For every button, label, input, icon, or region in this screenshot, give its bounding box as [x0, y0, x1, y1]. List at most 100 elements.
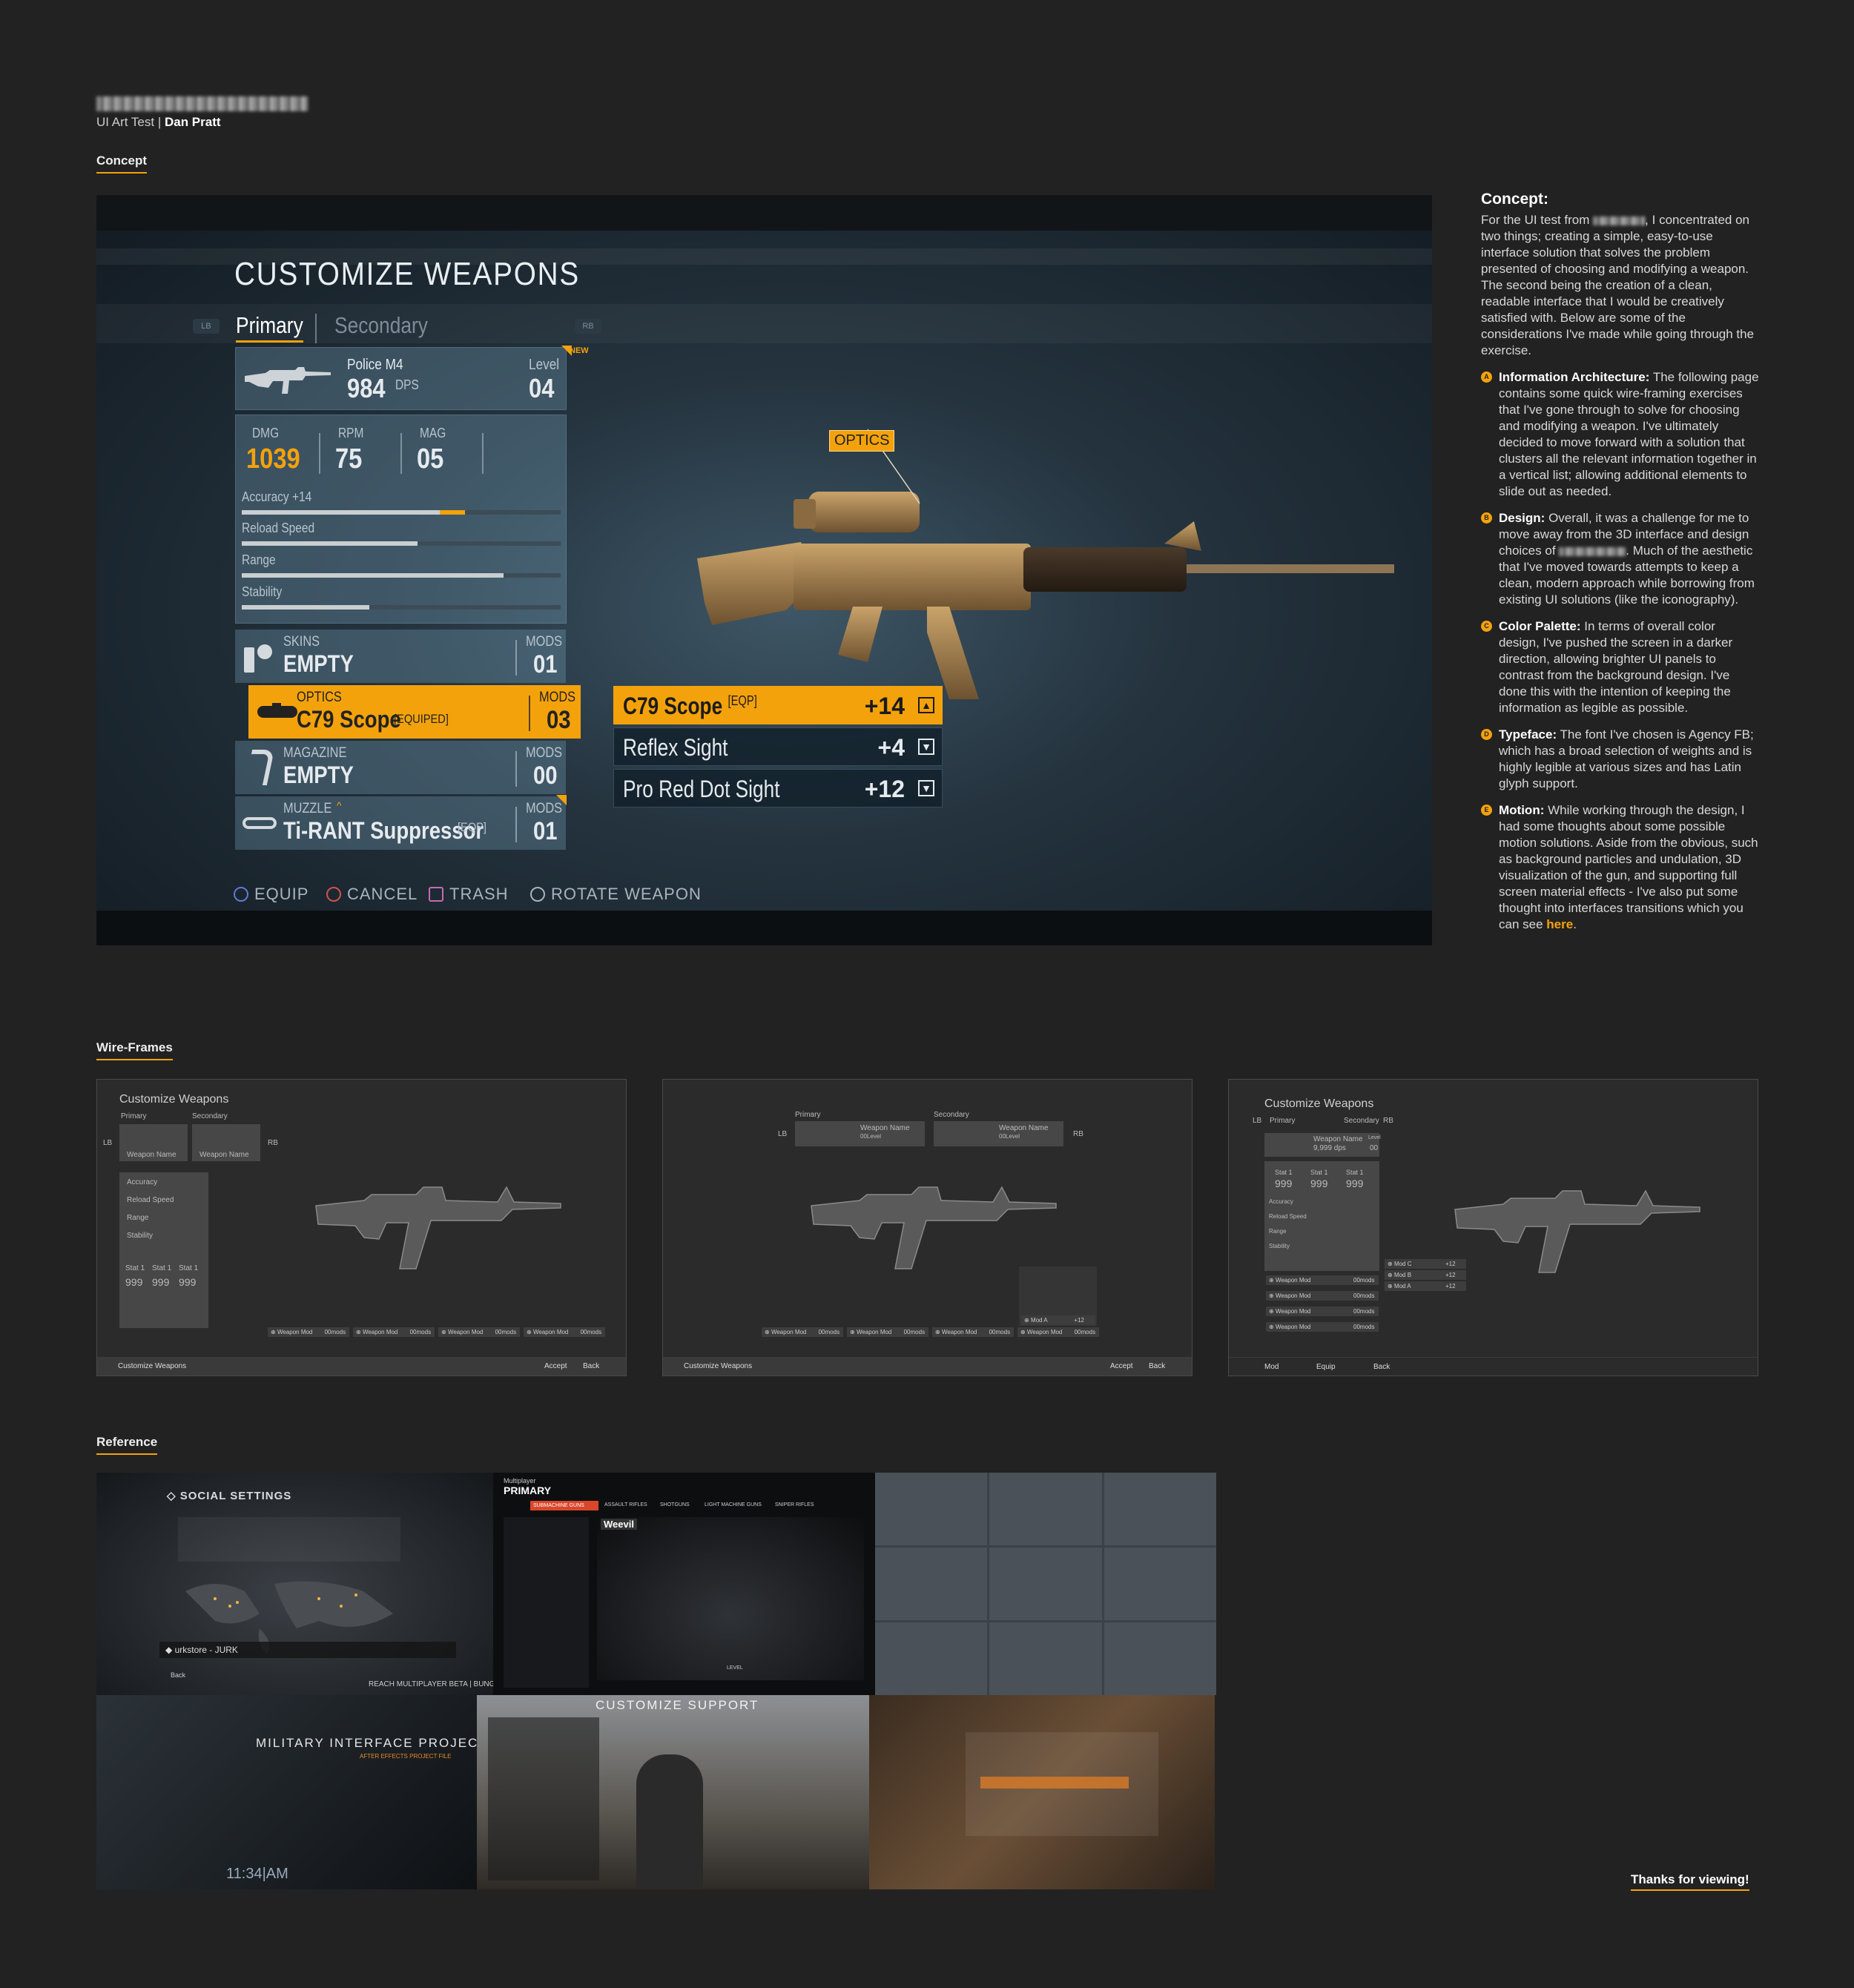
slot-tag: [EQP] — [458, 820, 487, 834]
wf-rb: RB — [1383, 1117, 1393, 1125]
wf-weapon-name: Weapon Name — [1313, 1135, 1363, 1143]
weapon-render — [697, 492, 1394, 699]
wf-mod: Weapon Mod — [1275, 1308, 1311, 1315]
option-reflex-sight[interactable]: Reflex Sight +4 ▼ — [613, 727, 943, 766]
new-chevron-icon: ^ — [337, 799, 342, 811]
wf-rifle-silhouette — [315, 1186, 561, 1269]
wf-stat-value: 999 — [179, 1276, 197, 1288]
note-title: Design: — [1499, 511, 1545, 525]
section-title-reference: Reference — [96, 1435, 158, 1455]
wf-stat-label: Stat 1 — [1275, 1169, 1293, 1176]
slot-divider — [515, 640, 517, 676]
right-stick-icon — [530, 887, 545, 902]
wf-back: Back — [1149, 1362, 1166, 1370]
hint-label: EQUIP — [254, 885, 309, 903]
lb-bumper[interactable]: LB — [193, 319, 220, 334]
wf-mod: Weapon Mod — [277, 1329, 313, 1335]
wf-lb: LB — [778, 1130, 788, 1138]
wf-mod: Weapon Mod — [447, 1329, 484, 1335]
bullet-c-icon: C — [1481, 621, 1492, 632]
wf-tab-secondary: Secondary — [192, 1112, 228, 1120]
wf-title: Customize Weapons — [1264, 1097, 1374, 1110]
tab-primary[interactable]: Primary — [236, 312, 303, 343]
slot-muzzle[interactable]: MUZZLE ^ Ti-RANT Suppressor [EQP] MODS 0… — [235, 796, 566, 850]
ref-sub: AFTER EFFECTS PROJECT FILE — [360, 1753, 452, 1760]
top-bar — [96, 195, 1432, 231]
note-information-architecture: A Information Architecture: The following… — [1481, 369, 1759, 500]
note-design: B Design: Overall, it was a challenge for… — [1481, 510, 1759, 608]
wf-mod-a-label: Mod A — [1030, 1317, 1048, 1324]
mods-label: MODS — [539, 690, 576, 705]
note-title: Typeface: — [1499, 727, 1557, 742]
weapon-name: Police M4 — [347, 357, 403, 373]
hint-trash[interactable]: TRASH — [429, 885, 509, 904]
stat-divider — [400, 433, 402, 474]
slot-value: EMPTY — [283, 762, 354, 788]
stat-label-rpm: RPM — [338, 426, 364, 440]
header-subtitle: UI Art Test | Dan Pratt — [96, 115, 221, 130]
wf-mod-val: 00mods — [580, 1329, 602, 1335]
slot-skins[interactable]: SKINS EMPTY MODS 01 — [235, 630, 566, 683]
weapon-panel[interactable]: Police M4 984 DPS Level 04 — [235, 347, 567, 410]
stat-value-rpm: 75 — [335, 443, 363, 475]
wf-lb: LB — [103, 1139, 113, 1147]
wf-mod-row: ⊕ Weapon Mod 00mods — [1266, 1291, 1379, 1301]
wf-bar-label: Range — [127, 1214, 149, 1222]
handguard — [1023, 547, 1187, 592]
wf-mod-pill: ⊕ Weapon Mod 00mods — [524, 1327, 605, 1337]
slot-category: MAGAZINE — [283, 745, 347, 761]
option-pro-red-dot-sight[interactable]: Pro Red Dot Sight +12 ▼ — [613, 769, 943, 808]
slot-magazine[interactable]: MAGAZINE EMPTY MODS 00 — [235, 741, 566, 794]
wf-mod-pill: ⊕ Weapon Mod 00mods — [268, 1327, 349, 1337]
wf-weapon-name: Weapon Name — [199, 1151, 249, 1159]
wireframe-1: Customize Weapons Primary Secondary LB R… — [96, 1079, 627, 1376]
ref-tab: LIGHT MACHINE GUNS — [705, 1502, 762, 1507]
ref-grid-cell — [1104, 1622, 1216, 1695]
ref-grid-cell — [1104, 1473, 1216, 1545]
rb-bumper[interactable]: RB — [575, 319, 601, 334]
mods-label: MODS — [526, 634, 563, 650]
bar-fill — [242, 510, 440, 515]
hint-equip[interactable]: EQUIP — [234, 885, 309, 904]
wf-level: 00 — [1370, 1144, 1379, 1152]
dps-unit: DPS — [395, 377, 419, 392]
wf-stat-label: Stat 1 — [125, 1264, 145, 1272]
stat-value-dmg: 1039 — [246, 443, 300, 475]
ref-title: CUSTOMIZE SUPPORT — [596, 1698, 759, 1712]
wf-mod-pill: ⊕ Weapon Mod 00mods — [762, 1327, 843, 1337]
subtitle-prefix: UI Art Test | — [96, 115, 165, 129]
hint-rotate-weapon[interactable]: ROTATE WEAPON — [530, 885, 702, 904]
wf-mod-val: 00mods — [495, 1329, 517, 1335]
wf-level: 00Level — [999, 1133, 1020, 1140]
tab-secondary[interactable]: Secondary — [334, 312, 428, 339]
slot-value: Ti-RANT Suppressor — [283, 817, 484, 844]
notes-heading: Concept: — [1481, 191, 1548, 208]
ref-title: ◇ SOCIAL SETTINGS — [167, 1490, 292, 1502]
wf-weapon-card: Weapon Name 00Level — [934, 1121, 1063, 1146]
wf-mod-row: ⊕ Weapon Mod 00mods — [1266, 1275, 1379, 1285]
ref-grid-cell — [989, 1622, 1102, 1695]
slot-optics[interactable]: OPTICS C79 Scope [EQUIPED] MODS 03 — [248, 685, 581, 739]
bar-fill — [242, 573, 504, 578]
mods-value: 01 — [533, 817, 558, 845]
wf-mod-val: 00mods — [1353, 1292, 1375, 1299]
wf-level: 00Level — [860, 1133, 882, 1140]
wf-stats: Stat 1 Stat 1 Stat 1 999 999 999 Accurac… — [1264, 1161, 1379, 1271]
hint-cancel[interactable]: CANCEL — [326, 885, 418, 904]
grip — [838, 607, 883, 662]
accuracy-label: Accuracy — [242, 489, 289, 504]
reference-image-primary-weapons: Multiplayer PRIMARY SUBMACHINE GUNS ASSA… — [493, 1473, 875, 1695]
wf-bar-label: Reload Speed — [127, 1196, 174, 1204]
bar-range — [242, 573, 561, 578]
wf-rb: RB — [268, 1139, 278, 1147]
wf-stat-value: 999 — [1310, 1178, 1328, 1189]
option-value: +4 — [877, 734, 905, 761]
wf-mod-pill: ⊕ Weapon Mod 00mods — [353, 1327, 435, 1337]
wireframe-2: Primary Secondary LB RB Weapon Name 00Lev… — [662, 1079, 1192, 1376]
ref-grid-cell — [989, 1548, 1102, 1620]
wf-bar-label: Accuracy — [1269, 1198, 1293, 1205]
wf-mod: Weapon Mod — [1275, 1324, 1311, 1330]
wf-weapon-card: Weapon Name — [192, 1124, 260, 1161]
note-body: In terms of overall color design, I've p… — [1499, 619, 1733, 715]
here-link[interactable]: here — [1546, 917, 1573, 931]
